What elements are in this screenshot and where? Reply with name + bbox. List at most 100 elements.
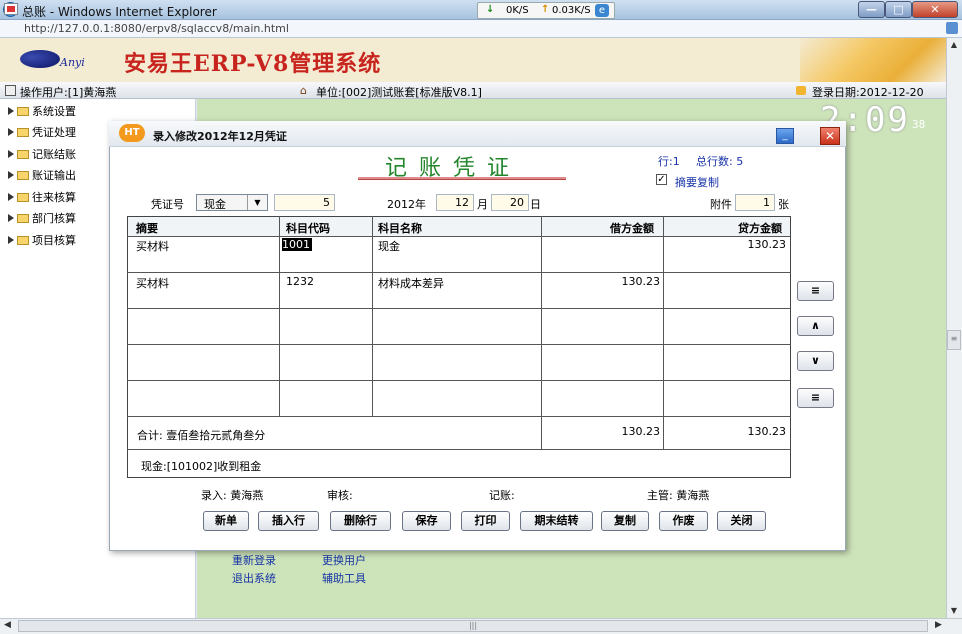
sidebar-item-system-settings[interactable]: 系统设置: [8, 103, 76, 119]
expand-arrow-icon: [8, 236, 14, 244]
sidebar-item-voucher-processing[interactable]: 凭证处理: [8, 124, 76, 140]
download-arrow-icon: ↓: [486, 4, 495, 15]
next-row-button[interactable]: ∨: [797, 351, 834, 371]
expand-arrow-icon: [8, 128, 14, 136]
entry-person: 录入: 黄海燕: [201, 489, 264, 502]
unit-info: 单位:[002]测试账套[标准版V8.1]: [316, 86, 482, 99]
prev-row-button[interactable]: ∧: [797, 316, 834, 336]
folder-icon: [17, 150, 29, 159]
save-button[interactable]: 保存: [402, 511, 451, 531]
row1-account-name-cell[interactable]: 现金: [378, 238, 400, 254]
delete-row-button[interactable]: 删除行: [330, 511, 391, 531]
row-divider: [127, 380, 791, 381]
vertical-scroll-thumb[interactable]: ≡: [947, 330, 961, 350]
attachment-label: 附件: [710, 198, 732, 211]
dialog-title: 录入修改2012年12月凭证: [153, 130, 287, 143]
tools-link[interactable]: 辅助工具: [322, 570, 366, 586]
row-divider: [127, 308, 791, 309]
column-header-summary: 摘要: [136, 222, 158, 235]
sidebar-item-posting-closing[interactable]: 记账结账: [8, 146, 76, 162]
network-speed-indicator: ↓ 0K/S ↑ 0.03K/S e: [477, 2, 615, 19]
sidebar-item-department-accounting[interactable]: 部门核算: [8, 210, 76, 226]
sidebar-item-label: 系统设置: [32, 105, 76, 118]
sidebar-item-label: 账证输出: [32, 169, 76, 182]
table-header-background: [128, 217, 790, 236]
ie-mini-icon[interactable]: e: [595, 4, 609, 17]
new-voucher-button[interactable]: 新单: [203, 511, 249, 531]
copy-button[interactable]: 复制: [601, 511, 649, 531]
relogin-link[interactable]: 重新登录: [232, 552, 276, 568]
row2-debit-cell[interactable]: 130.23: [580, 275, 661, 288]
column-header-credit: 贷方金额: [738, 222, 782, 235]
dialog-close-button[interactable]: ✕: [820, 127, 840, 145]
posting-person: 记账:: [489, 489, 515, 502]
auditor: 审核:: [327, 489, 353, 502]
row1-account-code-cell[interactable]: 1001: [282, 238, 312, 251]
total-credit: 130.23: [747, 425, 787, 438]
exit-system-link[interactable]: 退出系统: [232, 570, 276, 586]
window-title: 总账 - Windows Internet Explorer: [22, 5, 217, 19]
column-header-account-code: 科目代码: [286, 222, 330, 235]
header-decoration: [800, 38, 946, 82]
clock-seconds: 38: [912, 118, 926, 131]
app-title: 安易王ERP-V8管理系统: [124, 51, 382, 77]
row2-account-name-cell[interactable]: 材料成本差异: [378, 275, 444, 291]
user-icon: [5, 85, 16, 96]
sidebar-item-ledger-output[interactable]: 账证输出: [8, 167, 76, 183]
window-close-button[interactable]: ✕: [912, 1, 958, 18]
dialog-app-icon: HT: [119, 124, 145, 142]
calendar-icon: [796, 86, 806, 95]
expand-arrow-icon: [8, 171, 14, 179]
copy-summary-checkbox[interactable]: ✓: [656, 174, 667, 185]
print-button[interactable]: 打印: [461, 511, 510, 531]
login-date: 登录日期:2012-12-20: [812, 86, 924, 99]
folder-icon: [17, 171, 29, 180]
close-button[interactable]: 关闭: [717, 511, 766, 531]
period-end-transfer-button[interactable]: 期末结转: [520, 511, 593, 531]
dropdown-arrow-icon[interactable]: ▼: [247, 195, 267, 210]
operator-info: 操作用户:[1]黄海燕: [20, 86, 117, 99]
expand-arrow-icon: [8, 214, 14, 222]
compatibility-icon[interactable]: [946, 22, 958, 34]
column-header-account-name: 科目名称: [378, 222, 422, 235]
horizontal-scroll-thumb[interactable]: |||: [18, 620, 928, 632]
supervisor: 主管: 黄海燕: [647, 489, 710, 502]
sidebar-item-label: 记账结账: [32, 148, 76, 161]
sidebar-item-label: 项目核算: [32, 234, 76, 247]
voucher-type-select[interactable]: 现金 ▼: [196, 194, 268, 211]
column-divider: [372, 216, 373, 416]
logo-text: Anyi: [60, 56, 85, 69]
void-button[interactable]: 作废: [659, 511, 708, 531]
first-row-button[interactable]: ≡: [797, 281, 834, 301]
row2-summary-cell[interactable]: 买材料: [136, 275, 169, 291]
window-minimize-button[interactable]: —: [858, 1, 885, 18]
scroll-left-arrow-icon[interactable]: ◀: [4, 620, 11, 630]
dialog-minimize-button[interactable]: _: [776, 128, 794, 144]
row1-credit-cell[interactable]: 130.23: [700, 238, 787, 251]
attachment-unit-label: 张: [778, 198, 789, 211]
change-user-link[interactable]: 更换用户: [322, 552, 366, 568]
attachment-count-input[interactable]: 1: [735, 194, 775, 211]
scroll-right-arrow-icon[interactable]: ▶: [935, 620, 942, 630]
download-speed: 0K/S: [506, 5, 529, 16]
voucher-number-input[interactable]: 5: [274, 194, 335, 211]
vertical-scrollbar[interactable]: [946, 38, 962, 618]
sidebar-item-current-accounts[interactable]: 往来核算: [8, 189, 76, 205]
month-input[interactable]: 12: [436, 194, 474, 211]
scroll-down-arrow-icon[interactable]: ▼: [947, 604, 961, 618]
day-input[interactable]: 20: [491, 194, 529, 211]
total-debit: 130.23: [621, 425, 661, 438]
last-row-button[interactable]: ≡: [797, 388, 834, 408]
insert-row-button[interactable]: 插入行: [258, 511, 319, 531]
voucher-heading-underline: [358, 177, 566, 180]
column-divider: [279, 216, 280, 416]
scroll-up-arrow-icon[interactable]: ▲: [947, 38, 961, 52]
url-text[interactable]: http://127.0.0.1:8080/erpv8/sqlaccv8/mai…: [24, 22, 289, 35]
row1-summary-cell[interactable]: 买材料: [136, 238, 169, 254]
sidebar-item-project-accounting[interactable]: 项目核算: [8, 232, 76, 248]
window-maximize-button[interactable]: □: [885, 1, 912, 18]
page-icon: [4, 3, 18, 15]
row2-account-code-cell[interactable]: 1232: [286, 275, 314, 288]
expand-arrow-icon: [8, 107, 14, 115]
upload-arrow-icon: ↑: [541, 4, 550, 15]
